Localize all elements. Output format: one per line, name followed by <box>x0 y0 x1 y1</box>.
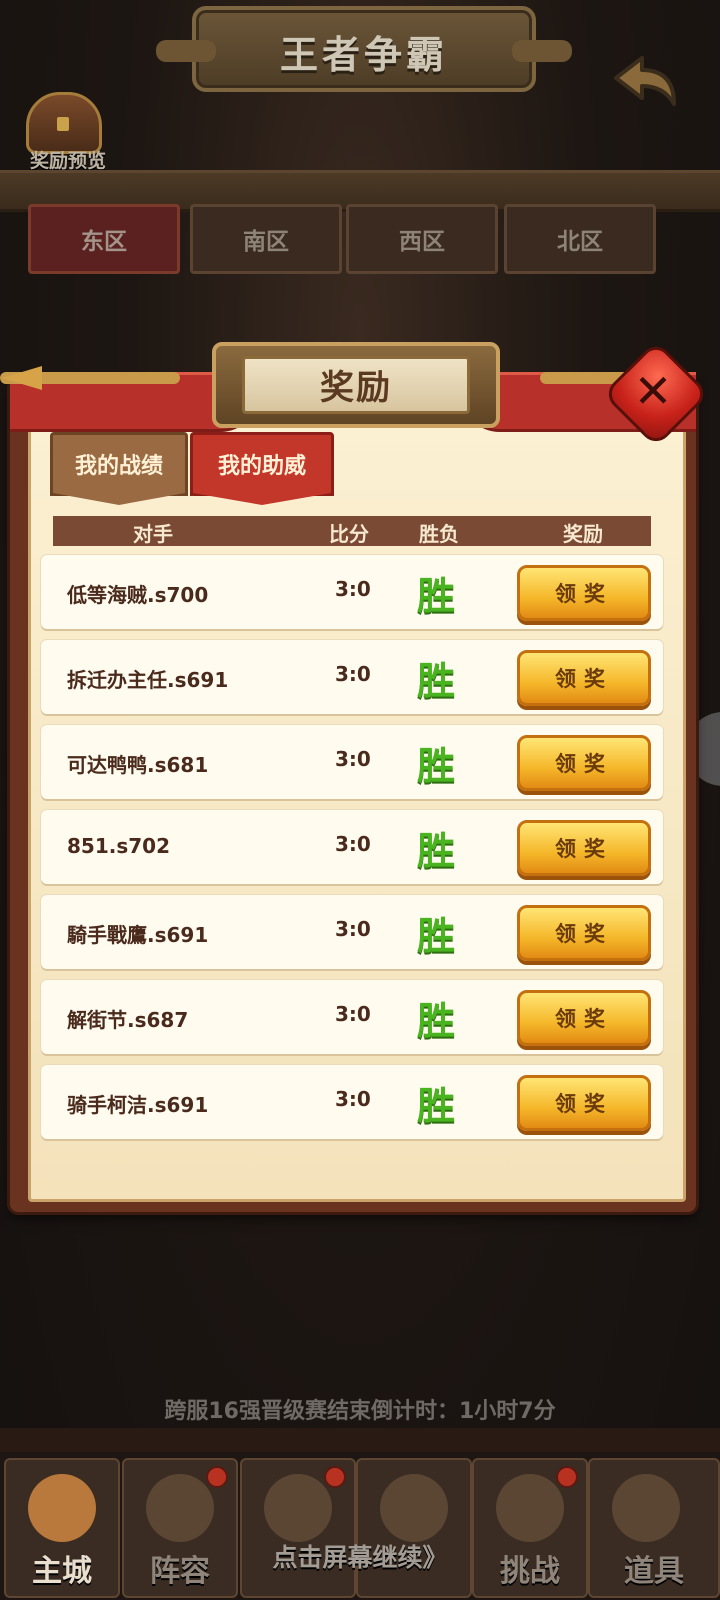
nav-items[interactable]: 道具 <box>588 1458 720 1598</box>
table-header: 对手 比分 胜负 奖励 <box>53 516 651 546</box>
match-score: 3:0 <box>335 832 371 856</box>
castle-icon <box>28 1474 96 1542</box>
treasure-chest-icon <box>26 92 102 154</box>
match-score: 3:0 <box>335 662 371 686</box>
opponent-name: 可达鸭鸭.s681 <box>67 753 209 777</box>
nav-item-3[interactable] <box>240 1458 356 1598</box>
bottom-nav: 主城 阵容 挑战 道具 <box>0 1452 720 1600</box>
table-row: 解街节.s687 3:0 胜 领奖 <box>41 980 663 1054</box>
nav-main-city[interactable]: 主城 <box>4 1458 120 1598</box>
match-score: 3:0 <box>335 1087 371 1111</box>
challenge-icon <box>496 1474 564 1542</box>
table-row: 可达鸭鸭.s681 3:0 胜 领奖 <box>41 725 663 799</box>
match-result: 胜 <box>417 828 456 873</box>
back-arrow-icon[interactable] <box>612 52 682 112</box>
table-row: 騎手戰鷹.s691 3:0 胜 领奖 <box>41 895 663 969</box>
table-row: 骑手柯洁.s691 3:0 胜 领奖 <box>41 1065 663 1139</box>
opponent-name: 解街节.s687 <box>67 1008 189 1032</box>
tab-my-record[interactable]: 我的战绩 <box>50 432 188 505</box>
tap-to-continue-hint[interactable]: 点击屏幕继续》 <box>0 1538 720 1574</box>
page-title-banner: 王者争霸 <box>156 6 572 92</box>
column-header-result: 胜负 <box>419 522 459 546</box>
region-tab-east[interactable]: 东区 <box>28 204 180 274</box>
match-result: 胜 <box>417 658 456 703</box>
opponent-name: 骑手柯洁.s691 <box>67 1093 209 1117</box>
region-tab-west[interactable]: 西区 <box>346 204 498 274</box>
match-result: 胜 <box>417 573 456 618</box>
spear-tip-icon <box>2 366 42 390</box>
dialog-title-plate: 奖励 <box>212 342 500 428</box>
table-row: 851.s702 3:0 胜 领奖 <box>41 810 663 884</box>
region-tab-south[interactable]: 南区 <box>190 204 342 274</box>
match-result: 胜 <box>417 743 456 788</box>
notification-dot <box>556 1466 578 1488</box>
match-result: 胜 <box>417 913 456 958</box>
table-row: 拆迁办主任.s691 3:0 胜 领奖 <box>41 640 663 714</box>
nav-lineup[interactable]: 阵容 <box>122 1458 238 1598</box>
match-result: 胜 <box>417 998 456 1043</box>
column-header-reward: 奖励 <box>563 522 603 546</box>
match-result: 胜 <box>417 1083 456 1128</box>
table-row: 低等海贼.s700 3:0 胜 领奖 <box>41 555 663 629</box>
region-tab-north[interactable]: 北区 <box>504 204 656 274</box>
column-header-score: 比分 <box>329 522 369 546</box>
claim-reward-button[interactable]: 领奖 <box>517 565 651 621</box>
claim-reward-button[interactable]: 领奖 <box>517 735 651 791</box>
nav-challenge[interactable]: 挑战 <box>472 1458 588 1598</box>
bottom-divider <box>0 1428 720 1454</box>
lineup-icon <box>146 1474 214 1542</box>
match-score: 3:0 <box>335 917 371 941</box>
claim-reward-button[interactable]: 领奖 <box>517 820 651 876</box>
claim-reward-button[interactable]: 领奖 <box>517 650 651 706</box>
opponent-name: 拆迁办主任.s691 <box>67 668 229 692</box>
claim-reward-button[interactable]: 领奖 <box>517 1075 651 1131</box>
notification-dot <box>324 1466 346 1488</box>
claim-reward-button[interactable]: 领奖 <box>517 905 651 961</box>
column-header-opponent: 对手 <box>133 522 173 546</box>
dialog-title: 奖励 <box>320 368 392 408</box>
claim-reward-button[interactable]: 领奖 <box>517 990 651 1046</box>
reward-preview-label: 奖励预览 <box>29 150 106 172</box>
notification-dot <box>206 1466 228 1488</box>
hero-icon <box>264 1474 332 1542</box>
tab-my-cheer[interactable]: 我的助威 <box>190 432 334 505</box>
opponent-name: 低等海贼.s700 <box>67 583 209 607</box>
opponent-name: 騎手戰鷹.s691 <box>67 923 209 947</box>
page-title: 王者争霸 <box>279 32 448 77</box>
match-score: 3:0 <box>335 1002 371 1026</box>
countdown-text: 跨服16强晋级赛结束倒计时：1小时7分 <box>164 1399 556 1424</box>
bag-icon <box>380 1474 448 1542</box>
match-score: 3:0 <box>335 577 371 601</box>
opponent-name: 851.s702 <box>67 834 170 858</box>
match-score: 3:0 <box>335 747 371 771</box>
reward-preview-button[interactable]: 奖励预览 <box>18 92 108 172</box>
nav-item-4[interactable] <box>356 1458 472 1598</box>
close-icon[interactable]: ✕ <box>618 356 688 426</box>
items-icon <box>612 1474 680 1542</box>
